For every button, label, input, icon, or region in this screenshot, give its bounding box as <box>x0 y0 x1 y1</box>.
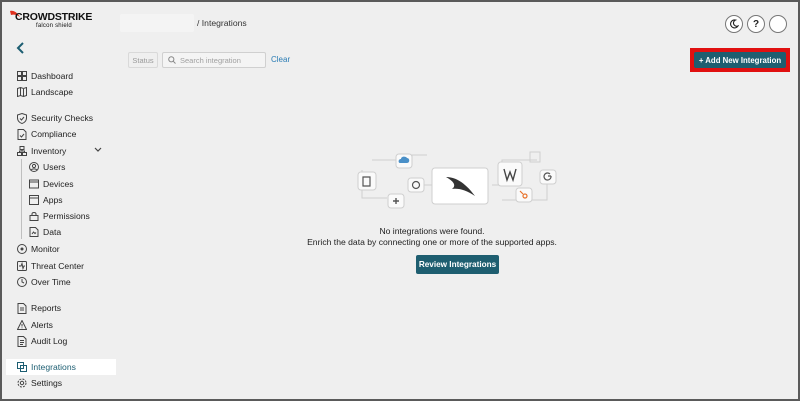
monitor-icon <box>16 244 27 255</box>
sidebar-item-label: Integrations <box>31 362 76 372</box>
search-icon <box>168 56 176 64</box>
empty-state-title: No integrations were found. <box>379 226 485 236</box>
alert-icon <box>16 320 27 331</box>
sidebar-item-users[interactable]: Users <box>6 159 116 175</box>
sidebar-item-label: Threat Center <box>31 261 85 271</box>
breadcrumb: / Integrations <box>197 18 247 28</box>
empty-state-subtitle: Enrich the data by connecting one or mor… <box>307 237 557 247</box>
add-new-integration-button[interactable]: + Add New Integration <box>694 52 786 68</box>
sidebar-item-settings[interactable]: Settings <box>6 375 116 391</box>
sidebar-item-dashboard[interactable]: Dashboard <box>6 68 116 84</box>
sidebar-item-label: Compliance <box>31 129 77 139</box>
app-frame: CROWDSTRIKE falcon shield Dashboard Land… <box>0 0 800 401</box>
sidebar-item-label: Reports <box>31 303 62 313</box>
sidebar-item-label: Users <box>43 162 66 172</box>
clear-link[interactable]: Clear <box>271 55 290 64</box>
sidebar-item-reports[interactable]: Reports <box>6 300 116 316</box>
avatar[interactable] <box>769 15 787 33</box>
sidebar-item-label: Landscape <box>31 87 74 97</box>
apps-icon <box>28 195 39 206</box>
search-input[interactable] <box>180 55 260 65</box>
sidebar-item-landscape[interactable]: Landscape <box>6 84 116 100</box>
brand-logo[interactable]: CROWDSTRIKE falcon shield <box>9 8 109 32</box>
sidebar-item-label: Permissions <box>43 211 90 221</box>
review-integrations-button[interactable]: Review Integrations <box>416 255 499 274</box>
sidebar-item-devices[interactable]: Devices <box>6 176 116 192</box>
device-icon <box>28 179 39 190</box>
chevron-left-icon[interactable] <box>16 42 30 56</box>
clock-icon <box>16 277 27 288</box>
brand-product: falcon shield <box>36 23 72 29</box>
add-integration-highlight: + Add New Integration <box>690 48 790 72</box>
sidebar-item-label: Alerts <box>31 320 53 330</box>
page-title: Integrations <box>201 18 247 28</box>
sidebar-item-audit-log[interactable]: Audit Log <box>6 333 116 349</box>
dashboard-icon <box>16 71 27 82</box>
sidebar-item-over-time[interactable]: Over Time <box>6 274 116 290</box>
document-check-icon <box>16 128 27 140</box>
sidebar-item-label: Settings <box>31 378 63 388</box>
data-icon <box>28 227 39 238</box>
theme-toggle-button[interactable] <box>725 15 743 33</box>
shield-check-icon <box>16 112 27 124</box>
sidebar-item-integrations[interactable]: Integrations <box>6 359 116 375</box>
sidebar-item-label: Audit Log <box>31 336 68 346</box>
map-icon <box>16 87 27 98</box>
audit-log-icon <box>16 335 27 347</box>
sidebar-item-compliance[interactable]: Compliance <box>6 126 116 142</box>
help-icon: ? <box>752 18 760 30</box>
breadcrumb-separator: / <box>197 18 200 28</box>
report-icon <box>16 302 27 314</box>
brand-name: CROWDSTRIKE <box>15 11 93 23</box>
moon-icon <box>730 19 739 29</box>
sidebar-item-label: Monitor <box>31 244 60 254</box>
search-box[interactable] <box>162 52 266 68</box>
gear-icon <box>16 378 27 389</box>
sidebar-item-label: Security Checks <box>31 113 94 123</box>
threat-icon <box>16 261 27 272</box>
sidebar-item-data[interactable]: Data <box>6 224 116 240</box>
integrations-illustration <box>357 151 557 209</box>
sync-app-tile <box>407 177 425 193</box>
sidebar-item-label: Apps <box>43 195 63 205</box>
google-app-tile <box>539 169 557 185</box>
sidebar-item-apps[interactable]: Apps <box>6 192 116 208</box>
sidebar-item-label: Over Time <box>31 277 71 287</box>
lock-icon <box>28 211 39 222</box>
integrations-icon <box>16 362 27 373</box>
office-app-tile <box>357 171 377 191</box>
sidebar: CROWDSTRIKE falcon shield Dashboard Land… <box>2 2 120 399</box>
sidebar-item-label: Dashboard <box>31 71 74 81</box>
sidebar-item-alerts[interactable]: Alerts <box>6 317 116 333</box>
sidebar-item-label: Inventory <box>31 146 67 156</box>
status-filter[interactable]: Status <box>128 52 158 68</box>
chevron-down-icon[interactable] <box>94 147 102 153</box>
help-button[interactable]: ? <box>747 15 765 33</box>
sidebar-item-label: Devices <box>43 179 74 189</box>
workplace-app-tile <box>497 161 523 187</box>
sidebar-item-monitor[interactable]: Monitor <box>6 241 116 257</box>
sidebar-item-permissions[interactable]: Permissions <box>6 208 116 224</box>
breadcrumb-parent[interactable] <box>120 14 194 32</box>
sidebar-item-label: Data <box>43 227 62 237</box>
user-icon <box>28 162 39 173</box>
sidebar-item-threat-center[interactable]: Threat Center <box>6 258 116 274</box>
sidebar-item-security-checks[interactable]: Security Checks <box>6 110 116 126</box>
sidebar-item-inventory[interactable]: Inventory <box>6 143 116 159</box>
inventory-icon <box>16 146 27 157</box>
